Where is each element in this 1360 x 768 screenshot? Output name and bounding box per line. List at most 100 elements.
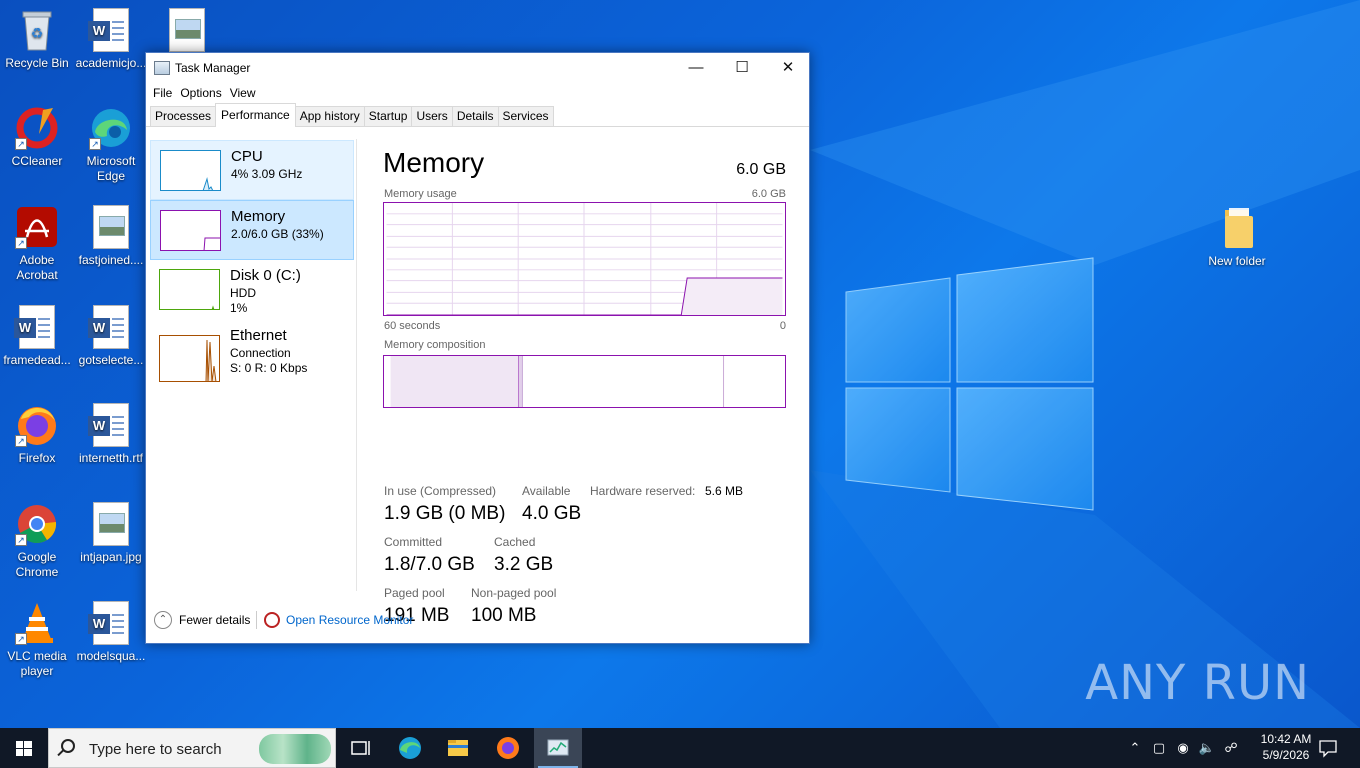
- network-icon[interactable]: ☍: [1220, 728, 1242, 768]
- stat-available-value: 4.0 GB: [522, 503, 582, 524]
- shortcut-arrow-icon: ↗: [15, 237, 27, 249]
- tab-app-history[interactable]: App history: [294, 106, 365, 126]
- composition-in-use: [390, 356, 519, 407]
- menu-options[interactable]: Options: [179, 83, 228, 103]
- desktop-icon-label: modelsqua...: [76, 649, 146, 663]
- ccleaner-icon: ↗: [15, 106, 59, 150]
- shortcut-arrow-icon: ↗: [15, 633, 27, 645]
- taskbar-task-manager[interactable]: [534, 728, 582, 768]
- acrobat-icon: ↗: [15, 205, 59, 249]
- resource-ethernet[interactable]: Ethernet Connection S: 0 R: 0 Kbps: [150, 320, 354, 382]
- desktop-icon-recycle-bin[interactable]: ♻ Recycle Bin: [0, 8, 74, 71]
- start-button[interactable]: [0, 728, 48, 768]
- menu-file[interactable]: File: [152, 83, 179, 103]
- tab-users[interactable]: Users: [411, 106, 453, 126]
- desktop-icon-adobe-acrobat[interactable]: ↗ Adobe Acrobat: [0, 205, 74, 283]
- image-file-icon: [89, 502, 133, 546]
- search-placeholder: Type here to search: [89, 741, 222, 758]
- word-document-icon: W: [88, 601, 133, 645]
- anyrun-watermark: ANY RUN: [1085, 655, 1310, 711]
- shortcut-arrow-icon: ↗: [15, 138, 27, 150]
- tab-processes[interactable]: Processes: [150, 106, 217, 126]
- resource-detail: HDD: [230, 286, 256, 300]
- memory-composition-bar: [383, 355, 786, 408]
- chevron-up-icon[interactable]: ⌃: [154, 611, 172, 629]
- desktop-icon-label: New folder: [1208, 254, 1266, 268]
- desktop-icon-new-folder[interactable]: New folder: [1200, 206, 1274, 269]
- system-clock[interactable]: 10:42 AM 5/9/2026: [1256, 731, 1316, 763]
- desktop-icon-vlc[interactable]: ↗ VLC media player: [0, 601, 74, 679]
- desktop-icon-academicjo[interactable]: W academicjo...: [74, 8, 148, 71]
- recycle-bin-icon: ♻: [15, 8, 59, 52]
- desktop-icon-intjapan[interactable]: intjapan.jpg: [74, 502, 148, 565]
- resource-cpu[interactable]: CPU 4% 3.09 GHz: [150, 140, 354, 200]
- desktop-icon-gotselecte[interactable]: W gotselecte...: [74, 305, 148, 368]
- clock-date: 5/9/2026: [1262, 748, 1310, 762]
- taskbar-edge[interactable]: [386, 728, 434, 768]
- task-manager-icon: [154, 61, 170, 75]
- volume-icon[interactable]: 🔈: [1196, 728, 1218, 768]
- taskbar-search-box[interactable]: Type here to search: [48, 728, 336, 768]
- graph-time-end: 0: [779, 320, 786, 332]
- minimize-button[interactable]: —: [673, 53, 719, 83]
- word-document-icon: W: [88, 8, 133, 52]
- memory-thumbnail-graph: [160, 210, 221, 251]
- resource-name: Memory: [231, 208, 286, 225]
- task-view-button[interactable]: [336, 728, 384, 768]
- open-resource-monitor-link[interactable]: Open Resource Monitor: [286, 613, 413, 627]
- close-button[interactable]: ✕: [765, 53, 811, 83]
- desktop-icon-microsoft-edge[interactable]: ↗ Microsoft Edge: [74, 106, 148, 184]
- taskbar-file-explorer[interactable]: [434, 728, 482, 768]
- webcam-icon[interactable]: ◉: [1172, 728, 1194, 768]
- desktop-icon-internetth[interactable]: W internetth.rtf: [74, 403, 148, 466]
- memory-panel: Memory 6.0 GB Memory usage 6.0 GB 60 sec…: [383, 139, 793, 626]
- memory-usage-max: 6.0 GB: [751, 188, 786, 200]
- search-highlight-image[interactable]: [259, 734, 331, 764]
- desktop-icon-fastjoined[interactable]: fastjoined....: [74, 205, 148, 268]
- desktop-icon-label: framedead...: [3, 353, 71, 367]
- tab-startup[interactable]: Startup: [363, 106, 413, 126]
- word-document-icon: W: [14, 305, 59, 349]
- desktop-icon-label: Firefox: [18, 451, 56, 465]
- taskbar-firefox[interactable]: [484, 728, 532, 768]
- action-center-button[interactable]: [1316, 728, 1340, 768]
- word-document-icon: W: [88, 305, 133, 349]
- desktop-icon-modelsqua[interactable]: W modelsqua...: [74, 601, 148, 664]
- resource-detail: 4% 3.09 GHz: [231, 167, 303, 181]
- desktop-icon-ccleaner[interactable]: ↗ CCleaner: [0, 106, 74, 169]
- resource-name: Disk 0 (C:): [230, 267, 301, 284]
- desktop-icon-firefox[interactable]: ↗ Firefox: [0, 403, 74, 466]
- fewer-details-link[interactable]: Fewer details: [179, 613, 250, 627]
- tab-details[interactable]: Details: [451, 106, 499, 126]
- graph-time-label: 60 seconds: [384, 320, 441, 332]
- menu-view[interactable]: View: [229, 83, 263, 103]
- stat-paged-pool-label: Paged pool: [384, 586, 445, 600]
- show-hidden-icons-button[interactable]: ⌃: [1124, 728, 1146, 768]
- resource-disk[interactable]: Disk 0 (C:) HDD 1%: [150, 260, 354, 320]
- notification-tray-icon[interactable]: ▢: [1148, 728, 1170, 768]
- stat-in-use-value: 1.9 GB (0 MB): [384, 503, 506, 524]
- svg-text:♻: ♻: [31, 25, 44, 41]
- task-manager-icon: [547, 739, 569, 756]
- desktop-icon-label: fastjoined....: [78, 253, 144, 267]
- tab-performance[interactable]: Performance: [215, 103, 296, 127]
- title-bar[interactable]: Task Manager — ☐ ✕: [146, 53, 809, 83]
- stat-committed-label: Committed: [384, 535, 443, 549]
- desktop-icon-label: academicjo...: [75, 56, 147, 70]
- tab-services[interactable]: Services: [497, 106, 554, 126]
- desktop-icon-label: internetth.rtf: [78, 451, 144, 465]
- resource-list: CPU 4% 3.09 GHz Memory 2.0/6.0 GB (33%) …: [149, 139, 357, 591]
- taskbar: Type here to search ⌃ ▢ ◉ 🔈 ☍ 10:42 AM 5…: [0, 728, 1360, 768]
- desktop-icon-label: VLC media player: [7, 649, 67, 678]
- footer: ⌃ Fewer details Open Resource Monitor: [146, 601, 809, 643]
- maximize-button[interactable]: ☐: [719, 53, 765, 83]
- vlc-icon: ↗: [15, 601, 59, 645]
- resource-memory[interactable]: Memory 2.0/6.0 GB (33%): [150, 200, 354, 260]
- memory-composition-label: Memory composition: [384, 339, 486, 351]
- desktop-icon-framedead[interactable]: W framedead...: [0, 305, 74, 368]
- desktop-icon-image[interactable]: [150, 8, 224, 56]
- cpu-thumbnail-graph: [160, 150, 221, 191]
- resource-monitor-icon[interactable]: [264, 612, 280, 628]
- desktop-icon-google-chrome[interactable]: ↗ Google Chrome: [0, 502, 74, 580]
- resource-detail: 2.0/6.0 GB (33%): [231, 227, 324, 241]
